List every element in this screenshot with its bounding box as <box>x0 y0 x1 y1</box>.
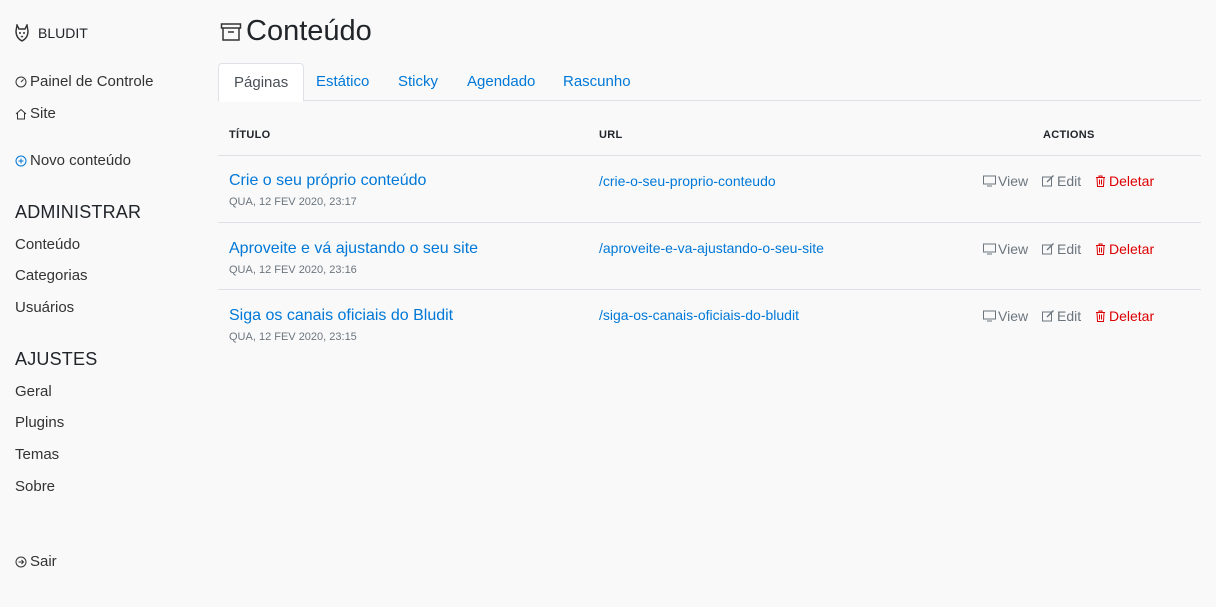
monitor-icon <box>983 310 996 322</box>
tab-static[interactable]: Estático <box>301 63 384 101</box>
section-admin-heading: ADMINISTRAR <box>15 202 142 222</box>
nav-users[interactable]: Usuários <box>15 299 74 316</box>
view-label: View <box>998 241 1029 257</box>
brand[interactable]: BLUDIT <box>14 24 88 42</box>
nav-new-content[interactable]: Novo conteúdo <box>15 152 131 169</box>
delete-button[interactable]: Deletar <box>1094 173 1154 189</box>
row-date: QUA, 12 FEV 2020, 23:17 <box>229 196 357 208</box>
edit-icon <box>1042 243 1054 255</box>
table-divider <box>218 155 1201 156</box>
plus-circle-icon <box>15 155 27 166</box>
view-button[interactable]: View <box>983 173 1028 189</box>
dashboard-icon <box>15 76 27 87</box>
edit-button[interactable]: Edit <box>1042 241 1081 257</box>
edit-label: Edit <box>1057 173 1082 189</box>
row-divider <box>218 222 1201 223</box>
row-date: QUA, 12 FEV 2020, 23:15 <box>229 331 357 343</box>
row-divider <box>218 289 1201 290</box>
view-button[interactable]: View <box>983 241 1028 257</box>
nav-categories[interactable]: Categorias <box>15 267 88 284</box>
row-title-link[interactable]: Siga os canais oficiais do Bludit <box>229 307 453 325</box>
nav-site[interactable]: Site <box>15 105 56 122</box>
delete-label: Deletar <box>1109 173 1155 189</box>
tab-draft[interactable]: Rascunho <box>548 63 646 101</box>
section-settings-heading: AJUSTES <box>15 349 98 369</box>
view-button[interactable]: View <box>983 308 1028 324</box>
nav-plugins[interactable]: Plugins <box>15 414 64 431</box>
row-url-link[interactable]: /siga-os-canais-oficiais-do-bludit <box>599 307 799 323</box>
nav-content[interactable]: Conteúdo <box>15 236 80 253</box>
edit-button[interactable]: Edit <box>1042 173 1081 189</box>
edit-button[interactable]: Edit <box>1042 308 1081 324</box>
nav-logout-label: Sair <box>30 553 57 570</box>
edit-icon <box>1042 175 1054 187</box>
nav-logout[interactable]: Sair <box>15 553 57 570</box>
nav-new-content-label: Novo conteúdo <box>30 152 131 169</box>
home-icon <box>15 108 27 119</box>
page-title-text: Conteúdo <box>246 15 372 47</box>
tab-scheduled[interactable]: Agendado <box>452 63 550 101</box>
trash-icon <box>1096 310 1105 322</box>
edit-icon <box>1042 310 1054 322</box>
row-title-link[interactable]: Aproveite e vá ajustando o seu site <box>229 240 478 258</box>
nav-general[interactable]: Geral <box>15 383 52 400</box>
brand-name: BLUDIT <box>38 25 88 41</box>
nav-themes[interactable]: Temas <box>15 446 59 463</box>
view-label: View <box>998 308 1029 324</box>
page-title: Conteúdo <box>220 15 372 48</box>
row-date: QUA, 12 FEV 2020, 23:16 <box>229 264 357 276</box>
tab-pages[interactable]: Páginas <box>218 63 305 102</box>
column-header-actions: ACTIONS <box>1043 129 1095 141</box>
nav-dashboard-label: Painel de Controle <box>30 73 154 90</box>
monitor-icon <box>983 243 996 255</box>
logout-icon <box>15 556 27 567</box>
delete-label: Deletar <box>1109 308 1155 324</box>
sidebar: BLUDIT Painel de Controle Site Novo cont… <box>0 0 200 607</box>
bludit-logo-icon <box>15 24 29 42</box>
delete-label: Deletar <box>1109 241 1155 257</box>
edit-label: Edit <box>1057 241 1082 257</box>
view-label: View <box>998 173 1029 189</box>
nav-about[interactable]: Sobre <box>15 478 55 495</box>
trash-icon <box>1096 243 1105 255</box>
edit-label: Edit <box>1057 308 1082 324</box>
content-tabs: Páginas Estático Sticky Agendado Rascunh… <box>218 63 1201 102</box>
row-url-link[interactable]: /aproveite-e-va-ajustando-o-seu-site <box>599 240 824 256</box>
archive-icon <box>220 22 242 41</box>
trash-icon <box>1096 175 1105 187</box>
tab-sticky[interactable]: Sticky <box>383 63 453 101</box>
column-header-url: URL <box>599 129 623 141</box>
nav-dashboard[interactable]: Painel de Controle <box>15 73 153 90</box>
delete-button[interactable]: Deletar <box>1094 308 1154 324</box>
column-header-title: TÍTULO <box>229 129 271 141</box>
row-title-link[interactable]: Crie o seu próprio conteúdo <box>229 172 426 190</box>
monitor-icon <box>983 175 996 187</box>
nav-site-label: Site <box>30 105 56 122</box>
row-url-link[interactable]: /crie-o-seu-proprio-conteudo <box>599 173 776 189</box>
delete-button[interactable]: Deletar <box>1094 241 1154 257</box>
